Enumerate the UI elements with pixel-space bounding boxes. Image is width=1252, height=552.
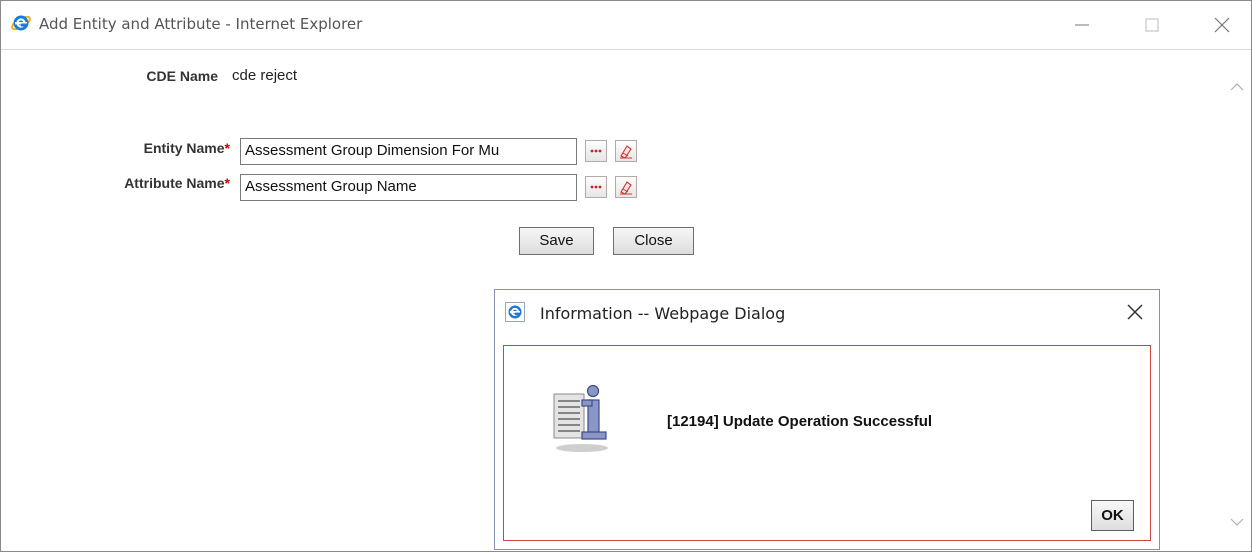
vertical-scrollbar[interactable] (1223, 50, 1251, 551)
attribute-name-field[interactable]: Assessment Group Name (240, 174, 577, 201)
minimize-icon[interactable] (1072, 15, 1092, 35)
attribute-name-label-text: Attribute Name (124, 175, 225, 191)
ellipsis-icon (590, 185, 602, 189)
dialog-message: [12194] Update Operation Successful (667, 413, 933, 430)
cde-name-value: cde reject (232, 67, 298, 84)
close-button[interactable]: Close (613, 227, 694, 255)
scroll-down-icon[interactable] (1227, 515, 1247, 534)
information-dialog: Information -- Webpage Dialog [12194] Up… (494, 289, 1160, 550)
ellipsis-icon (590, 149, 602, 153)
required-marker: * (224, 140, 230, 156)
entity-browse-button[interactable] (585, 140, 607, 162)
attribute-browse-button[interactable] (585, 176, 607, 198)
dialog-content: [12194] Update Operation Successful OK (503, 345, 1151, 541)
cde-name-label: CDE Name (146, 68, 218, 84)
dialog-title: Information -- Webpage Dialog (540, 304, 786, 323)
ok-button[interactable]: OK (1091, 500, 1134, 531)
required-marker: * (224, 175, 230, 191)
title-bar: Add Entity and Attribute - Internet Expl… (1, 1, 1251, 50)
dialog-close-icon[interactable] (1126, 303, 1144, 321)
scroll-up-icon[interactable] (1227, 80, 1247, 99)
attribute-name-label: Attribute Name* (73, 175, 230, 191)
eraser-icon (620, 145, 632, 159)
window-title: Add Entity and Attribute - Internet Expl… (39, 15, 363, 33)
save-button[interactable]: Save (519, 227, 594, 255)
close-icon[interactable] (1212, 15, 1232, 35)
entity-clear-button[interactable] (615, 140, 637, 162)
attribute-clear-button[interactable] (615, 176, 637, 198)
maximize-icon[interactable] (1142, 15, 1162, 35)
entity-name-field[interactable]: Assessment Group Dimension For Mu (240, 138, 577, 165)
internet-explorer-icon (10, 12, 32, 34)
eraser-icon (620, 181, 632, 195)
internet-explorer-icon (505, 302, 525, 322)
information-icon (542, 382, 622, 454)
entity-name-label: Entity Name* (93, 140, 230, 156)
entity-name-label-text: Entity Name (143, 140, 225, 156)
